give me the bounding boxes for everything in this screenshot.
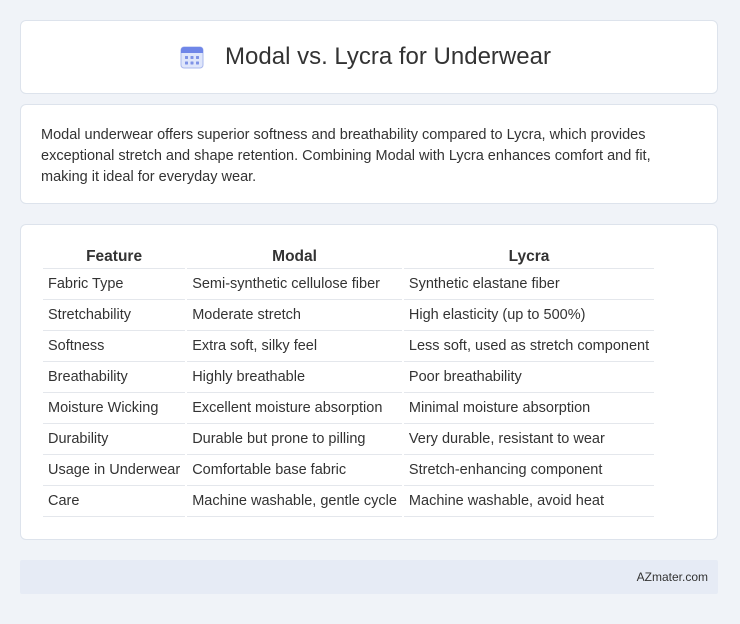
cell-modal: Semi-synthetic cellulose fiber — [187, 268, 402, 299]
cell-lycra: Poor breathability — [403, 361, 655, 392]
title-card: Modal vs. Lycra for Underwear — [20, 20, 718, 94]
table-row: Softness Extra soft, silky feel Less soft,… — [43, 330, 655, 361]
column-header-lycra: Lycra — [508, 248, 550, 265]
cell-modal: Moderate stretch — [187, 299, 402, 330]
cell-lycra: Less soft, used as stretch component — [403, 330, 655, 361]
table-row: Durability Durable but prone to pilling Ve… — [43, 423, 655, 454]
cell-feature: Stretchability — [43, 299, 186, 330]
page-title: Modal vs. Lycra for Underwear — [225, 43, 551, 70]
cell-modal: Extra soft, silky feel — [187, 330, 402, 361]
cell-feature: Breathability — [43, 361, 186, 392]
cell-feature: Softness — [43, 330, 186, 361]
cell-feature: Durability — [43, 423, 186, 454]
cell-feature: Fabric Type — [43, 268, 186, 299]
cell-lycra: Minimal moisture absorption — [403, 392, 655, 423]
cell-modal: Durable but prone to pilling — [187, 423, 402, 454]
cell-lycra: Very durable, resistant to wear — [403, 423, 655, 454]
comparison-card: Feature Modal Lycra Fabric Type Semi-synt… — [20, 224, 718, 540]
table-row: Moisture Wicking Excellent moisture absor… — [43, 392, 655, 423]
cell-modal: Highly breathable — [187, 361, 402, 392]
cell-lycra: High elasticity (up to 500%) — [403, 299, 655, 330]
summary-text: Modal underwear offers superior softness… — [41, 127, 651, 185]
table-body: Fabric Type Semi-synthetic cellulose fibe… — [43, 268, 655, 517]
cell-lycra: Synthetic elastane fiber — [403, 268, 655, 299]
table-row: Fabric Type Semi-synthetic cellulose fibe… — [43, 268, 655, 299]
cell-feature: Usage in Underwear — [43, 454, 186, 485]
footer-site-link[interactable]: AZmater.com — [637, 570, 708, 584]
table-row: Stretchability Moderate stretch High elast… — [43, 299, 655, 330]
column-header-feature: Feature — [86, 248, 143, 265]
cell-modal: Machine washable, gentle cycle — [187, 485, 402, 517]
cell-modal: Comfortable base fabric — [187, 454, 402, 485]
cell-feature: Care — [43, 485, 186, 517]
comparison-table: Feature Modal Lycra Fabric Type Semi-synt… — [41, 245, 656, 517]
footer: AZmater.com — [20, 560, 718, 594]
cell-lycra: Machine washable, avoid heat — [403, 485, 655, 517]
cell-feature: Moisture Wicking — [43, 392, 186, 423]
table-row: Care Machine washable, gentle cycle Machin… — [43, 485, 655, 517]
calendar-icon — [180, 46, 204, 69]
table-header-row: Feature Modal Lycra — [43, 245, 654, 268]
table-row: Usage in Underwear Comfortable base fabri… — [43, 454, 655, 485]
table-row: Breathability Highly breathable Poor breat… — [43, 361, 655, 392]
cell-lycra: Stretch-enhancing component — [403, 454, 655, 485]
cell-modal: Excellent moisture absorption — [187, 392, 402, 423]
summary-card: Modal underwear offers superior softness… — [20, 104, 718, 204]
column-header-modal: Modal — [272, 248, 317, 265]
